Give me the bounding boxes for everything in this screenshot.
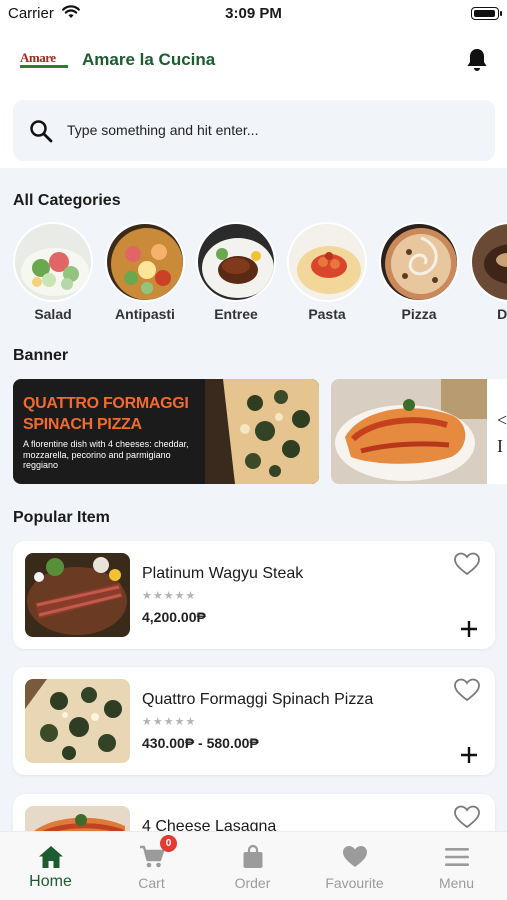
category-label: Salad [34, 306, 72, 322]
pizza-image [379, 222, 459, 302]
brand-logo: Amare [20, 50, 68, 70]
banner-text: < I [497, 410, 507, 456]
all-categories-heading: All Categories [13, 192, 121, 209]
banner-description: A florentine dish with 4 cheeses: chedda… [23, 439, 189, 470]
tab-favourite[interactable]: Favourite [304, 832, 405, 900]
menu-icon [445, 848, 469, 866]
banner-carousel[interactable]: QUATTRO FORMAGGI SPINACH PIZZA A florent… [0, 379, 507, 484]
category-label: Entree [214, 306, 258, 322]
entree-image [196, 222, 276, 302]
category-dessert[interactable]: Des [470, 222, 507, 322]
tab-order[interactable]: Order [202, 832, 303, 900]
logo-text: Amare [20, 50, 56, 65]
category-label: Pizza [401, 306, 437, 322]
tab-label: Order [234, 875, 271, 891]
banner-quattro-formaggi[interactable]: QUATTRO FORMAGGI SPINACH PIZZA A florent… [13, 379, 319, 484]
search-input[interactable] [67, 118, 467, 142]
cart-count-badge: 0 [160, 835, 177, 852]
favourite-heart-icon[interactable] [453, 804, 481, 830]
category-label: Pasta [308, 306, 346, 322]
home-icon [39, 846, 63, 868]
popular-item-heading: Popular Item [13, 509, 110, 526]
salad-image [13, 222, 93, 302]
bag-icon [243, 844, 263, 868]
rating-stars: ★★★★★ [142, 590, 197, 602]
status-bar: Carrier 3:09 PM [0, 0, 507, 28]
banner-lasagna[interactable]: < I [331, 379, 507, 484]
search-bar[interactable] [13, 100, 495, 161]
tab-label: Menu [438, 875, 475, 891]
item-name: Platinum Wagyu Steak [142, 565, 304, 582]
item-name: Quattro Formaggi Spinach Pizza [142, 691, 374, 708]
heart-icon [343, 846, 367, 867]
search-icon [30, 120, 53, 143]
pasta-image [287, 222, 367, 302]
tab-label: Favourite [325, 875, 384, 891]
tab-menu[interactable]: Menu [406, 832, 507, 900]
antipasti-image [105, 222, 185, 302]
banner-lasagna-image [331, 379, 487, 484]
notification-bell-icon[interactable] [465, 47, 489, 73]
add-to-cart-plus-icon[interactable] [459, 745, 479, 765]
dessert-image [470, 222, 507, 302]
tab-cart[interactable]: 0 Cart [101, 832, 202, 900]
popular-item-card[interactable]: Quattro Formaggi Spinach Pizza ★★★★★ 430… [13, 667, 495, 775]
clock: 3:09 PM [225, 5, 282, 22]
add-to-cart-plus-icon[interactable] [459, 619, 479, 639]
wagyu-steak-image [25, 553, 130, 637]
category-label: Antipasti [115, 306, 175, 322]
banner-pizza-image [205, 379, 319, 484]
battery-icon [471, 7, 502, 20]
item-price: 4,200.00₱ [142, 609, 206, 625]
app-title: Amare la Cucina [82, 50, 216, 69]
tab-home[interactable]: Home [0, 832, 101, 900]
banner-heading: Banner [13, 347, 69, 364]
categories-carousel[interactable]: Salad Antipasti Entree Pasta Pizza D [0, 222, 507, 322]
category-antipasti[interactable]: Antipasti [105, 222, 185, 322]
favourite-heart-icon[interactable] [453, 677, 481, 703]
tab-label: Cart [138, 875, 165, 891]
spinach-pizza-image [25, 679, 130, 763]
banner-title: QUATTRO FORMAGGI SPINACH PIZZA [23, 395, 189, 433]
favourite-heart-icon[interactable] [453, 551, 481, 577]
tab-label: Home [29, 873, 72, 890]
item-price: 430.00₱ - 580.00₱ [142, 735, 259, 751]
popular-item-card[interactable]: Platinum Wagyu Steak ★★★★★ 4,200.00₱ [13, 541, 495, 649]
category-entree[interactable]: Entree [196, 222, 276, 322]
bottom-tab-bar: Home 0 Cart Order Favourite Menu [0, 831, 507, 900]
category-salad[interactable]: Salad [13, 222, 93, 322]
app-header: Amare Amare la Cucina [0, 28, 507, 168]
category-pasta[interactable]: Pasta [287, 222, 367, 322]
category-label: Des [497, 306, 507, 322]
category-pizza[interactable]: Pizza [379, 222, 459, 322]
rating-stars: ★★★★★ [142, 716, 197, 728]
